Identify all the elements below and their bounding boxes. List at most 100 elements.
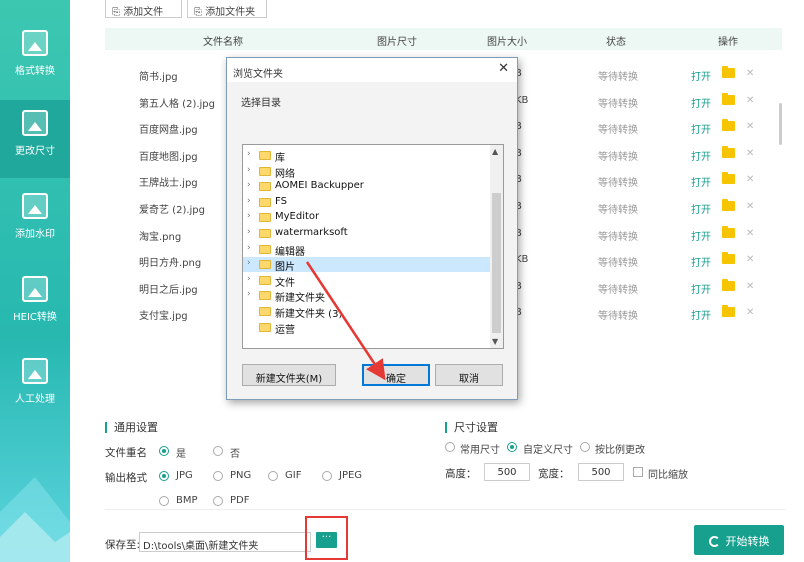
scroll-down-icon[interactable]: ▼ <box>492 337 498 346</box>
table-scrollbar[interactable] <box>779 103 782 145</box>
sidebar-item-format-convert[interactable]: 格式转换 <box>0 20 70 98</box>
format-jpeg-label: JPEG <box>339 470 363 481</box>
size-common-radio[interactable] <box>445 442 455 452</box>
delete-icon[interactable]: ✕ <box>746 281 754 292</box>
scroll-up-icon[interactable]: ▲ <box>492 147 498 156</box>
format-jpeg-radio[interactable] <box>322 471 332 481</box>
ok-button[interactable]: 确定 <box>362 364 430 386</box>
format-jpg-radio[interactable] <box>159 471 169 481</box>
open-link[interactable]: 打开 <box>691 174 711 189</box>
image-icon <box>22 276 48 302</box>
start-convert-button[interactable]: 开始转换 <box>694 525 784 555</box>
tree-item[interactable]: › 库 <box>243 148 491 164</box>
tree-scrollbar[interactable]: ▲ ▼ <box>490 145 503 348</box>
chevron-right-icon[interactable]: › <box>247 196 251 206</box>
delete-icon[interactable]: ✕ <box>746 95 754 106</box>
tree-item[interactable]: › watermarksoft <box>243 226 491 241</box>
format-bmp-label: BMP <box>176 495 198 506</box>
open-link[interactable]: 打开 <box>691 201 711 216</box>
width-input[interactable]: 500 <box>578 463 624 481</box>
folder-icon[interactable] <box>722 252 735 265</box>
rename-yes-radio[interactable] <box>159 446 169 456</box>
chevron-right-icon[interactable]: › <box>247 165 251 175</box>
delete-icon[interactable]: ✕ <box>746 254 754 265</box>
close-icon[interactable]: ✕ <box>498 61 509 76</box>
browse-folder-dialog: 浏览文件夹 ✕ 选择目录 › 库 › 网络 › AOMEI Backupper › FS › My… <box>226 57 518 400</box>
tree-item[interactable]: › AOMEI Backupper <box>243 179 491 194</box>
open-link[interactable]: 打开 <box>691 95 711 110</box>
chevron-right-icon[interactable]: › <box>247 211 251 221</box>
folder-icon[interactable] <box>722 119 735 132</box>
scroll-thumb[interactable] <box>492 193 501 333</box>
start-convert-label: 开始转换 <box>725 535 770 548</box>
open-link[interactable]: 打开 <box>691 68 711 83</box>
tree-item[interactable]: › 网络 <box>243 164 491 180</box>
chevron-right-icon[interactable]: › <box>247 149 251 159</box>
folder-icon[interactable] <box>722 225 735 238</box>
tree-item[interactable]: 运营 <box>243 320 491 336</box>
sidebar-item-heic[interactable]: HEIC转换 <box>0 266 70 344</box>
tree-item[interactable]: › 编辑器 <box>243 242 491 258</box>
save-path-input[interactable]: D:\tools\桌面\新建文件夹 <box>139 532 311 552</box>
folder-icon[interactable] <box>722 92 735 105</box>
folder-tree[interactable]: › 库 › 网络 › AOMEI Backupper › FS › MyEditor › waterm… <box>242 144 504 349</box>
tree-item[interactable]: › FS <box>243 195 491 210</box>
tree-item[interactable]: › MyEditor <box>243 210 491 225</box>
open-link[interactable]: 打开 <box>691 281 711 296</box>
image-icon <box>22 30 48 56</box>
delete-icon[interactable]: ✕ <box>746 228 754 239</box>
add-file-button[interactable]: ⎘ 添加文件 <box>105 0 182 18</box>
open-link[interactable]: 打开 <box>691 121 711 136</box>
status-text: 等待转换 <box>598 151 638 163</box>
rename-no-radio[interactable] <box>213 446 223 456</box>
rename-yes-label: 是 <box>176 449 186 460</box>
new-folder-button[interactable]: 新建文件夹(M) <box>242 364 336 386</box>
tree-item[interactable]: › 图片 <box>243 257 491 273</box>
image-icon <box>22 193 48 219</box>
open-link[interactable]: 打开 <box>691 148 711 163</box>
size-ratio-radio[interactable] <box>580 442 590 452</box>
delete-icon[interactable]: ✕ <box>746 121 754 132</box>
delete-icon[interactable]: ✕ <box>746 201 754 212</box>
delete-icon[interactable]: ✕ <box>746 68 754 79</box>
delete-icon[interactable]: ✕ <box>746 148 754 159</box>
add-folder-button[interactable]: ⎘ 添加文件夹 <box>187 0 267 18</box>
tree-item-label: MyEditor <box>275 211 320 223</box>
folder-icon[interactable] <box>722 172 735 185</box>
format-bmp-radio[interactable] <box>159 496 169 506</box>
status-text: 等待转换 <box>598 311 638 323</box>
chevron-right-icon[interactable]: › <box>247 227 251 237</box>
folder-icon[interactable] <box>722 278 735 291</box>
size-custom-radio[interactable] <box>507 442 517 452</box>
open-link[interactable]: 打开 <box>691 228 711 243</box>
chevron-right-icon[interactable]: › <box>247 274 251 284</box>
sidebar-item-label: 更改尺寸 <box>15 146 55 157</box>
open-link[interactable]: 打开 <box>691 254 711 269</box>
chevron-right-icon[interactable]: › <box>247 180 251 190</box>
folder-icon[interactable] <box>722 199 735 211</box>
tree-item-label: FS <box>275 195 287 207</box>
delete-icon[interactable]: ✕ <box>746 307 754 318</box>
tree-item[interactable]: › 文件 <box>243 273 491 289</box>
tree-item[interactable]: › 新建文件夹 <box>243 288 491 304</box>
height-input[interactable]: 500 <box>484 463 530 481</box>
format-png-radio[interactable] <box>213 471 223 481</box>
folder-icon[interactable] <box>722 305 735 318</box>
sidebar-item-manual[interactable]: 人工处理 <box>0 348 70 426</box>
size-ratio-label: 按比例更改 <box>595 445 645 456</box>
chevron-right-icon[interactable]: › <box>247 289 251 299</box>
folder-icon[interactable] <box>722 145 735 158</box>
chevron-right-icon[interactable]: › <box>247 258 251 268</box>
format-gif-radio[interactable] <box>268 471 278 481</box>
ratio-checkbox[interactable] <box>633 467 643 477</box>
sidebar-item-resize[interactable]: 更改尺寸 <box>0 100 70 178</box>
tree-item[interactable]: 新建文件夹 (3) <box>243 304 491 320</box>
status-text: 等待转换 <box>598 258 638 270</box>
cancel-button[interactable]: 取消 <box>435 364 503 386</box>
delete-icon[interactable]: ✕ <box>746 174 754 185</box>
folder-icon[interactable] <box>722 66 735 78</box>
format-pdf-radio[interactable] <box>213 496 223 506</box>
sidebar-item-watermark[interactable]: 添加水印 <box>0 183 70 261</box>
open-link[interactable]: 打开 <box>691 307 711 322</box>
chevron-right-icon[interactable]: › <box>247 243 251 253</box>
